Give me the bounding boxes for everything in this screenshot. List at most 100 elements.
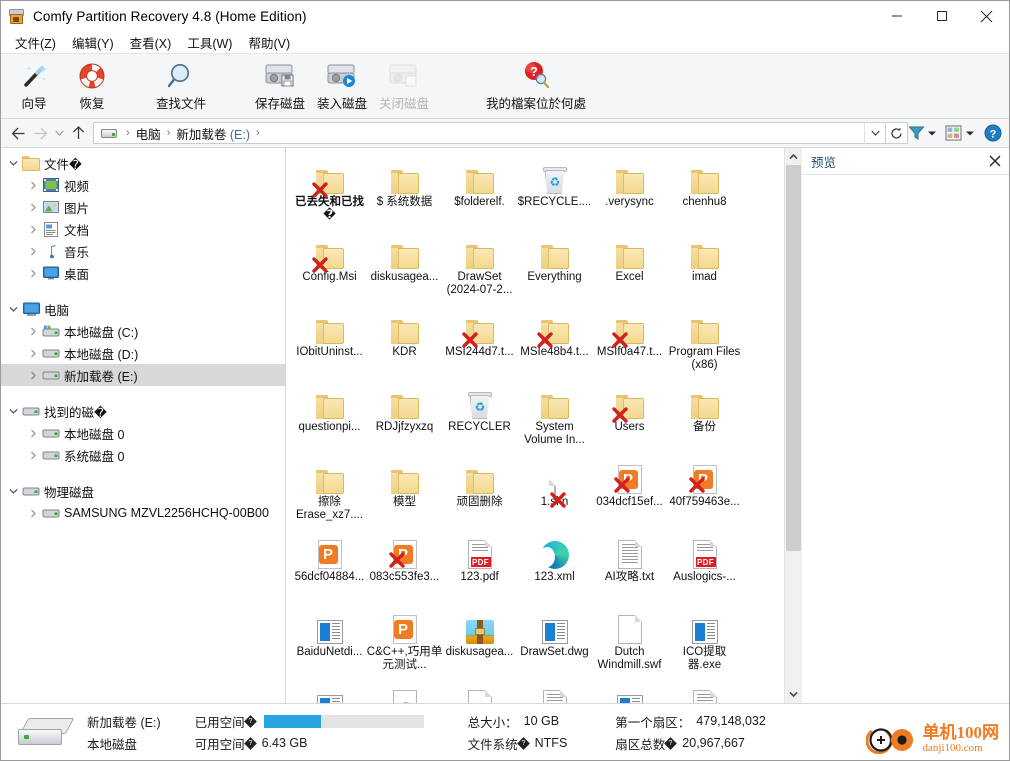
- address-dropdown-button[interactable]: [864, 122, 885, 144]
- chevron-right-icon[interactable]: [25, 349, 41, 358]
- file-item[interactable]: System Volume In...: [517, 379, 592, 454]
- tree-node-drive-d[interactable]: 本地磁盘 (D:): [1, 342, 285, 364]
- file-item[interactable]: BaiduNetdi...: [292, 604, 367, 679]
- file-item[interactable]: 备份: [667, 379, 742, 454]
- help-icon[interactable]: ?: [984, 121, 1002, 145]
- file-item[interactable]: ICO提取器.exe: [667, 604, 742, 679]
- forward-button[interactable]: [29, 120, 51, 146]
- chevron-right-icon[interactable]: [25, 203, 41, 212]
- scrollbar-thumb[interactable]: [786, 165, 801, 551]
- chevron-right-icon[interactable]: [25, 327, 41, 336]
- close-button[interactable]: [964, 1, 1009, 31]
- preview-close-button[interactable]: [981, 148, 1009, 174]
- breadcrumb-computer[interactable]: 电脑: [135, 124, 162, 143]
- back-button[interactable]: [7, 120, 29, 146]
- file-item[interactable]: $ 系统数据: [367, 154, 442, 229]
- tree-node-drive-c[interactable]: 本地磁盘 (C:): [1, 320, 285, 342]
- refresh-button[interactable]: [886, 122, 908, 144]
- chevron-right-icon[interactable]: [25, 429, 41, 438]
- file-item[interactable]: Config.Msi: [292, 229, 367, 304]
- file-item[interactable]: [367, 679, 442, 703]
- chevron-right-icon[interactable]: [25, 509, 41, 518]
- chevron-down-icon[interactable]: [5, 488, 21, 495]
- scroll-up-icon[interactable]: [785, 148, 802, 165]
- file-item[interactable]: RDJjfzyxzq: [367, 379, 442, 454]
- file-item[interactable]: KDR: [367, 304, 442, 379]
- file-item[interactable]: 模型: [367, 454, 442, 529]
- menu-edit[interactable]: 编辑(Y): [64, 31, 122, 54]
- tree-node-desktop[interactable]: 桌面: [1, 262, 285, 284]
- toolbar-wizard-button[interactable]: 向导: [5, 56, 63, 112]
- tree-node-found-disks[interactable]: 找到的磁�: [1, 400, 285, 422]
- file-item[interactable]: Excel: [592, 229, 667, 304]
- file-item[interactable]: P 56dcf04884...: [292, 529, 367, 604]
- tree-node-computer[interactable]: 电脑: [1, 298, 285, 320]
- file-grid[interactable]: 已丢失和已找� $ 系统数据 $folderelf. ♻ $RECYCLE.... .ve…: [286, 148, 784, 703]
- chevron-right-icon[interactable]: [25, 181, 41, 190]
- file-item[interactable]: .verysync: [592, 154, 667, 229]
- folder-tree[interactable]: 文件� 视频 图片 文档 音乐 桌面 电脑 本地磁盘 (C:) 本地磁盘 (D:…: [1, 148, 286, 703]
- tree-node-drive-e[interactable]: 新加载卷 (E:): [1, 364, 285, 386]
- file-item[interactable]: chenhu8: [667, 154, 742, 229]
- file-item[interactable]: imad: [667, 229, 742, 304]
- file-item[interactable]: questionpi...: [292, 379, 367, 454]
- chevron-right-icon[interactable]: [25, 247, 41, 256]
- menu-view[interactable]: 查看(X): [122, 31, 180, 54]
- file-item[interactable]: [442, 679, 517, 703]
- tree-node-system-disk-0[interactable]: 系统磁盘 0: [1, 444, 285, 466]
- file-item[interactable]: ♻ RECYCLER: [442, 379, 517, 454]
- file-item[interactable]: PDF: [667, 679, 742, 703]
- chevron-right-icon[interactable]: [25, 451, 41, 460]
- file-item[interactable]: P 40f759463e...: [667, 454, 742, 529]
- file-item[interactable]: 123.xml: [517, 529, 592, 604]
- filter-dropdown-icon[interactable]: [927, 121, 937, 145]
- tree-node-videos[interactable]: 视频: [1, 174, 285, 196]
- file-item[interactable]: IObitUninst...: [292, 304, 367, 379]
- filter-icon[interactable]: [908, 121, 925, 145]
- toolbar-findfiles-button[interactable]: 查找文件: [121, 56, 241, 112]
- file-item[interactable]: MSI244d7.t...: [442, 304, 517, 379]
- minimize-button[interactable]: [874, 1, 919, 31]
- file-item[interactable]: Dutch Windmill.swf: [592, 604, 667, 679]
- chevron-down-icon[interactable]: [5, 408, 21, 415]
- file-grid-scrollbar[interactable]: [784, 148, 802, 703]
- view-mode-icon[interactable]: [945, 121, 963, 145]
- toolbar-loaddisk-button[interactable]: 装入磁盘: [311, 56, 373, 112]
- view-mode-dropdown-icon[interactable]: [965, 121, 975, 145]
- file-item[interactable]: P 034dcf15ef...: [592, 454, 667, 529]
- file-item[interactable]: MSIf0a47.t...: [592, 304, 667, 379]
- file-item[interactable]: PDF Auslogics-...: [667, 529, 742, 604]
- file-item[interactable]: $folderelf.: [442, 154, 517, 229]
- file-item[interactable]: 擦除 Erase_xz7....: [292, 454, 367, 529]
- toolbar-recover-button[interactable]: 恢复: [63, 56, 121, 112]
- tree-node-files[interactable]: 文件�: [1, 152, 285, 174]
- file-item[interactable]: diskusagea...: [442, 604, 517, 679]
- chevron-right-icon[interactable]: [25, 371, 41, 380]
- chevron-right-icon[interactable]: [25, 225, 41, 234]
- toolbar-wheremyfiles-button[interactable]: ? 我的檔案位於何處: [481, 56, 591, 112]
- toolbar-savedisk-button[interactable]: 保存磁盘: [249, 56, 311, 112]
- up-button[interactable]: [67, 120, 89, 146]
- maximize-button[interactable]: [919, 1, 964, 31]
- file-item[interactable]: MSIe48b4.t...: [517, 304, 592, 379]
- chevron-down-icon[interactable]: [5, 306, 21, 313]
- scrollbar-track[interactable]: [785, 165, 802, 686]
- chevron-down-icon[interactable]: [5, 160, 21, 167]
- breadcrumb-volume[interactable]: 新加载卷 (E:): [175, 124, 251, 143]
- file-item[interactable]: DrawSet (2024-07-2...: [442, 229, 517, 304]
- address-field[interactable]: › 电脑 › 新加载卷 (E:) ›: [93, 122, 886, 144]
- file-item[interactable]: Everything: [517, 229, 592, 304]
- file-item[interactable]: [292, 679, 367, 703]
- menu-tools[interactable]: 工具(W): [179, 31, 240, 54]
- tree-node-samsung-disk[interactable]: SAMSUNG MZVL2256HCHQ-00B00: [1, 502, 285, 524]
- file-item[interactable]: AI攻略.txt: [592, 529, 667, 604]
- file-item[interactable]: 1.skn: [517, 454, 592, 529]
- menu-help[interactable]: 帮助(V): [240, 31, 298, 54]
- file-item[interactable]: 顽固删除: [442, 454, 517, 529]
- file-item[interactable]: Users: [592, 379, 667, 454]
- file-item[interactable]: ♻ $RECYCLE....: [517, 154, 592, 229]
- tree-node-local-disk-0[interactable]: 本地磁盘 0: [1, 422, 285, 444]
- file-item[interactable]: 已丢失和已找�: [292, 154, 367, 229]
- tree-node-documents[interactable]: 文档: [1, 218, 285, 240]
- file-item[interactable]: Program Files (x86): [667, 304, 742, 379]
